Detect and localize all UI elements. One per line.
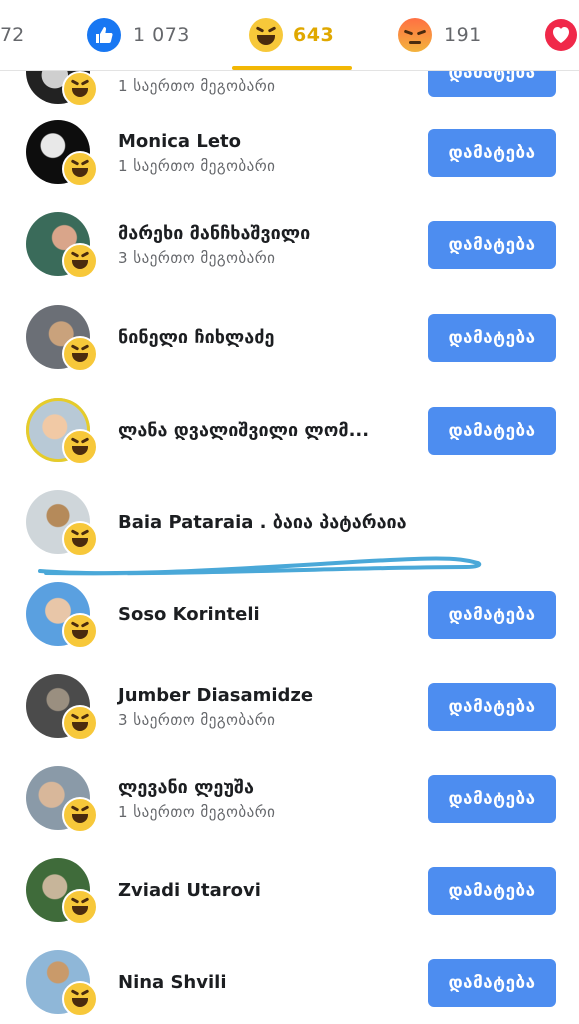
haha-reaction-icon bbox=[62, 243, 98, 279]
person-name[interactable]: Zviadi Utarovi bbox=[118, 880, 261, 901]
haha-reaction-icon bbox=[62, 797, 98, 833]
haha-reaction-icon bbox=[62, 613, 98, 649]
tab-haha[interactable]: 643 bbox=[249, 0, 334, 70]
list-item[interactable]: Monica Leto 1 საერთო მეგობარი დამატება bbox=[0, 107, 579, 199]
add-friend-button[interactable]: დამატება bbox=[428, 683, 556, 731]
list-item[interactable]: ლანა დვალიშვილი ლომ... დამატება bbox=[0, 385, 579, 477]
haha-reaction-icon bbox=[62, 705, 98, 741]
add-friend-button[interactable]: დამატება bbox=[428, 129, 556, 177]
tab-angry[interactable]: 191 bbox=[398, 0, 482, 70]
add-friend-button[interactable]: დამატება bbox=[428, 775, 556, 823]
mutual-friends: 1 საერთო მეგობარი bbox=[118, 77, 276, 95]
reaction-count: 643 bbox=[293, 24, 335, 46]
angry-icon bbox=[398, 18, 432, 52]
haha-reaction-icon bbox=[62, 336, 98, 372]
person-name[interactable]: მარეხი მანჩხაშვილი bbox=[118, 223, 310, 244]
person-name[interactable]: ნინელი ჩიხლაძე bbox=[118, 327, 274, 348]
mutual-friends: 1 საერთო მეგობარი bbox=[118, 157, 276, 175]
haha-reaction-icon bbox=[62, 521, 98, 557]
haha-reaction-icon bbox=[62, 981, 98, 1017]
haha-reaction-icon bbox=[62, 429, 98, 465]
haha-icon bbox=[249, 18, 283, 52]
highlight-scribble bbox=[38, 556, 482, 576]
add-friend-button[interactable]: დამატება bbox=[428, 867, 556, 915]
person-name[interactable]: ლანა დვალიშვილი ლომ... bbox=[118, 420, 369, 441]
people-list: 1 საერთო მეგობარი დამატება Monica Leto 1… bbox=[0, 0, 579, 1024]
mutual-friends: 1 საერთო მეგობარი bbox=[118, 803, 276, 821]
list-item[interactable]: ნინელი ჩიხლაძე დამატება bbox=[0, 292, 579, 384]
reaction-count: 72 bbox=[0, 24, 25, 46]
list-item[interactable]: Nina Shvili დამატება bbox=[0, 937, 579, 1024]
haha-reaction-icon bbox=[62, 151, 98, 187]
list-item[interactable]: მარეხი მანჩხაშვილი 3 საერთო მეგობარი დამ… bbox=[0, 199, 579, 291]
add-friend-button[interactable]: დამატება bbox=[428, 407, 556, 455]
reaction-count: 1 073 bbox=[133, 24, 190, 46]
mutual-friends: 3 საერთო მეგობარი bbox=[118, 249, 276, 267]
person-name[interactable]: ლევანი ლეუშა bbox=[118, 777, 254, 798]
list-item[interactable]: Zviadi Utarovi დამატება bbox=[0, 845, 579, 937]
active-tab-indicator bbox=[232, 66, 352, 70]
tab-hidden-reaction[interactable]: 72 bbox=[0, 0, 24, 70]
mutual-friends: 3 საერთო მეგობარი bbox=[118, 711, 276, 729]
person-name[interactable]: Soso Korinteli bbox=[118, 604, 260, 625]
person-name[interactable]: Baia Pataraia . ბაია პატარაია bbox=[118, 512, 407, 533]
add-friend-button[interactable]: დამატება bbox=[428, 221, 556, 269]
list-item[interactable]: Soso Korinteli დამატება bbox=[0, 569, 579, 661]
reactions-tab-bar: 72 1 073 643 191 bbox=[0, 0, 579, 71]
reaction-count: 191 bbox=[444, 24, 482, 46]
person-name[interactable]: Monica Leto bbox=[118, 131, 241, 152]
like-icon bbox=[87, 18, 121, 52]
person-name[interactable]: Jumber Diasamidze bbox=[118, 685, 313, 706]
add-friend-button[interactable]: დამატება bbox=[428, 314, 556, 362]
list-item[interactable]: Jumber Diasamidze 3 საერთო მეგობარი დამა… bbox=[0, 661, 579, 753]
love-icon bbox=[545, 19, 577, 51]
tab-like[interactable]: 1 073 bbox=[87, 0, 190, 70]
haha-reaction-icon bbox=[62, 71, 98, 107]
add-friend-button[interactable]: დამატება bbox=[428, 959, 556, 1007]
person-name[interactable]: Nina Shvili bbox=[118, 972, 226, 993]
haha-reaction-icon bbox=[62, 889, 98, 925]
list-item[interactable]: ლევანი ლეუშა 1 საერთო მეგობარი დამატება bbox=[0, 753, 579, 845]
add-friend-button[interactable]: დამატება bbox=[428, 591, 556, 639]
tab-love[interactable] bbox=[545, 0, 577, 70]
